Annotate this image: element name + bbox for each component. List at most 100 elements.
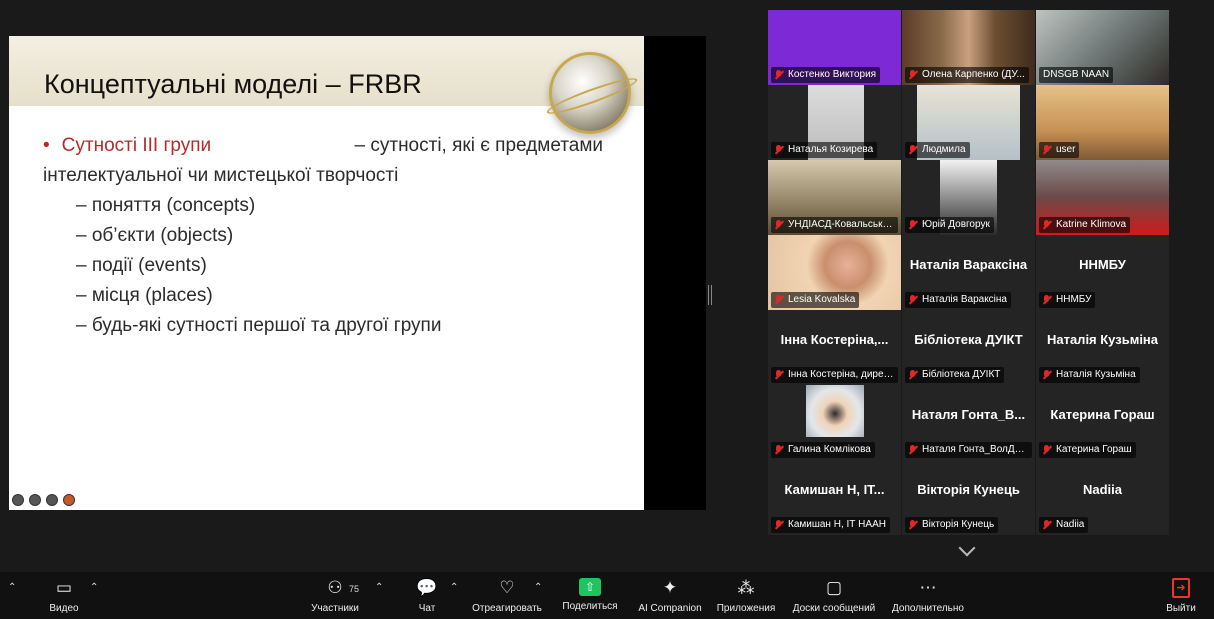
participant-tile[interactable]: ННМБУ ННМБУ bbox=[1036, 235, 1169, 310]
participant-name: Бібліотека ДУІКТ bbox=[914, 332, 1023, 347]
participant-label: Наталья Козирева bbox=[771, 142, 878, 158]
participant-tile[interactable]: Костенко Виктория bbox=[768, 10, 901, 85]
participant-tile-active-speaker[interactable]: DNSGB NAAN bbox=[1036, 10, 1169, 85]
ai-companion-button[interactable]: ✦ AI Companion bbox=[636, 578, 704, 614]
mic-muted-icon bbox=[774, 520, 783, 530]
participant-label: Katrine Klimova bbox=[1039, 217, 1131, 233]
participant-tile[interactable]: Людмила bbox=[902, 85, 1035, 160]
mic-muted-icon bbox=[908, 220, 917, 230]
participant-label: Катерина Гораш bbox=[1039, 442, 1136, 458]
apps-button[interactable]: ⁂ Приложения bbox=[713, 578, 779, 614]
bullet-continuation: інтелектуальної чи мистецької творчості bbox=[43, 165, 399, 186]
chat-icon: 💬 bbox=[416, 578, 438, 597]
participants-caret-icon[interactable]: ⌃ bbox=[375, 582, 383, 593]
mic-muted-icon bbox=[908, 520, 917, 530]
participant-label: Людмила bbox=[905, 142, 970, 158]
participant-name: Наталія Кузьміна bbox=[1046, 332, 1159, 347]
bullet-highlight: Сутності III групи bbox=[61, 135, 212, 156]
mic-muted-icon bbox=[908, 145, 917, 155]
mic-muted-icon bbox=[1042, 145, 1051, 155]
mic-muted-icon bbox=[1042, 370, 1051, 380]
mic-muted-icon bbox=[1042, 295, 1051, 305]
meeting-stage: Концептуальні моделі – FRBR • Сутності II… bbox=[0, 0, 1214, 572]
participant-label: Наталія Вараксіна bbox=[905, 292, 1011, 308]
audio-options-caret-icon[interactable]: ⌃ bbox=[8, 582, 16, 593]
participant-name: ННМБУ bbox=[1079, 257, 1126, 272]
participants-icon: ⚇ bbox=[327, 578, 343, 597]
leave-button[interactable]: ➜ Выйти bbox=[1163, 578, 1199, 614]
participant-tile[interactable]: Олена Карпенко (ДУ... bbox=[902, 10, 1035, 85]
participant-gallery: Костенко Виктория Олена Карпенко (ДУ... … bbox=[768, 10, 1169, 536]
participant-label: Наталя Гонта_ВолДСГ... bbox=[905, 442, 1032, 458]
react-caret-icon[interactable]: ⌃ bbox=[534, 582, 542, 593]
panel-resize-handle[interactable] bbox=[708, 285, 712, 305]
participant-label: Інна Костеріна, дирек... bbox=[771, 367, 898, 383]
slide-subitem: – місця (places) bbox=[76, 285, 213, 306]
slideshow-tools bbox=[12, 494, 75, 506]
participants-count: 75 bbox=[349, 584, 360, 594]
pointer-icon[interactable] bbox=[63, 494, 75, 506]
mic-muted-icon bbox=[908, 370, 917, 380]
shared-screen-margin bbox=[644, 36, 706, 510]
participant-tile[interactable]: user bbox=[1036, 85, 1169, 160]
participant-tile[interactable]: Lesia Kovalska bbox=[768, 235, 901, 310]
whiteboards-button[interactable]: ▢ Доски сообщений bbox=[788, 578, 880, 614]
globe-image bbox=[549, 52, 631, 134]
more-dots-icon: ⋯ bbox=[919, 578, 937, 597]
mic-muted-icon bbox=[774, 220, 783, 230]
sparkle-icon: ✦ bbox=[662, 578, 678, 597]
gallery-scroll-down-icon[interactable] bbox=[958, 539, 976, 557]
shared-screen[interactable]: Концептуальні моделі – FRBR • Сутності II… bbox=[9, 36, 644, 510]
bullet-icon: • bbox=[43, 135, 50, 156]
participant-tile[interactable]: Наталья Козирева bbox=[768, 85, 901, 160]
participant-tile[interactable]: УНДІАСД-Ковальськи... bbox=[768, 160, 901, 235]
slide-subitem: – поняття (concepts) bbox=[76, 195, 256, 216]
video-button[interactable]: ▭ Видео bbox=[45, 578, 83, 614]
participant-label: Костенко Виктория bbox=[771, 67, 881, 83]
mic-muted-icon bbox=[908, 70, 917, 80]
more-button[interactable]: ⋯ Дополнительно bbox=[888, 578, 968, 614]
react-button[interactable]: ♡ Отреагировать bbox=[470, 578, 544, 614]
camera-icon: ▭ bbox=[55, 578, 73, 597]
participant-tile[interactable]: Наталія Вараксіна Наталія Вараксіна bbox=[902, 235, 1035, 310]
participant-tile[interactable]: Бібліотека ДУІКТ Бібліотека ДУІКТ bbox=[902, 310, 1035, 385]
mic-muted-icon bbox=[908, 295, 917, 305]
heart-icon: ♡ bbox=[499, 578, 515, 597]
chat-caret-icon[interactable]: ⌃ bbox=[450, 582, 458, 593]
mic-muted-icon bbox=[774, 70, 783, 80]
mic-muted-icon bbox=[1042, 220, 1051, 230]
bullet-rest: – сутності, які є предметами bbox=[354, 135, 603, 156]
participant-label: DNSGB NAAN bbox=[1039, 67, 1114, 83]
more-icon[interactable] bbox=[46, 494, 58, 506]
participant-tile[interactable]: Камишан Н, ІТ... Камишан Н, ІТ НААН bbox=[768, 460, 901, 535]
participant-tile[interactable]: Галина Комлікова bbox=[768, 385, 901, 460]
mic-muted-icon bbox=[774, 145, 783, 155]
participant-tile[interactable]: Наталія Кузьміна Наталія Кузьміна bbox=[1036, 310, 1169, 385]
mic-muted-icon bbox=[1042, 520, 1051, 530]
participant-tile[interactable]: Катерина Гораш Катерина Гораш bbox=[1036, 385, 1169, 460]
participant-label: Юрій Довгорук bbox=[905, 217, 994, 233]
participant-video bbox=[806, 385, 864, 437]
mic-muted-icon bbox=[774, 445, 783, 455]
participant-tile[interactable]: Інна Костеріна,... Інна Костеріна, дирек.… bbox=[768, 310, 901, 385]
participant-tile[interactable]: Katrine Klimova bbox=[1036, 160, 1169, 235]
mic-muted-icon bbox=[774, 295, 783, 305]
pen-icon[interactable] bbox=[29, 494, 41, 506]
back-arrow-icon[interactable] bbox=[12, 494, 24, 506]
participant-name: Вікторія Кунець bbox=[917, 482, 1020, 497]
participant-label: Вікторія Кунець bbox=[905, 517, 999, 533]
slide-bullet: • Сутності III групи – сутності, які є пр… bbox=[43, 131, 603, 161]
participant-tile[interactable]: Наталя Гонта_В... Наталя Гонта_ВолДСГ... bbox=[902, 385, 1035, 460]
mic-muted-icon bbox=[1042, 445, 1051, 455]
participant-tile[interactable]: Вікторія Кунець Вікторія Кунець bbox=[902, 460, 1035, 535]
share-button[interactable]: ⇧ Поделиться bbox=[560, 578, 620, 612]
participant-label: ННМБУ bbox=[1039, 292, 1096, 308]
participant-tile[interactable]: Юрій Довгорук bbox=[902, 160, 1035, 235]
video-options-caret-icon[interactable]: ⌃ bbox=[90, 582, 98, 593]
slide-subitem: – події (events) bbox=[76, 255, 207, 276]
participant-label: user bbox=[1039, 142, 1080, 158]
participant-tile[interactable]: Nadiia Nadiia bbox=[1036, 460, 1169, 535]
whiteboard-icon: ▢ bbox=[825, 578, 843, 597]
mic-muted-icon bbox=[908, 445, 917, 455]
chat-button[interactable]: 💬 Чат bbox=[412, 578, 442, 614]
